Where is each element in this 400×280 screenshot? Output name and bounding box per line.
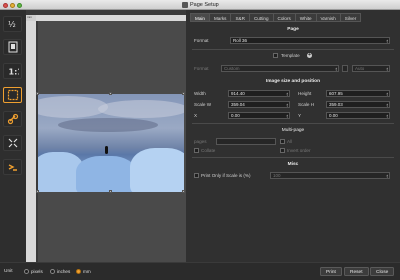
width-label: Width: [194, 91, 206, 96]
template-option-button[interactable]: [342, 65, 348, 72]
svg-text:1:1: 1:1: [8, 68, 19, 77]
all-pages-label: All: [287, 139, 293, 144]
format-label: Format: [194, 38, 209, 43]
template-format-select[interactable]: Custom ▴ ▾: [221, 65, 339, 72]
tab-marks[interactable]: Marks: [208, 13, 231, 22]
print-button[interactable]: Print: [320, 267, 342, 276]
scale-w-label: Scale W: [194, 102, 212, 107]
tab-white[interactable]: White: [294, 13, 316, 22]
svg-text:½: ½: [8, 20, 16, 29]
scale-w-input[interactable]: 359.04 ▴ ▾: [228, 101, 290, 108]
tab-silver[interactable]: Silver: [339, 13, 362, 22]
tab-main[interactable]: Main: [190, 13, 209, 22]
print-only-label: Print Only if Scale is (%): [201, 173, 251, 178]
close-button[interactable]: Close: [370, 267, 395, 276]
height-input[interactable]: 607.95 ▴ ▾: [326, 90, 390, 97]
image-preview[interactable]: [38, 94, 184, 192]
unit-mm-label: mm: [83, 269, 91, 274]
height-label: Height: [298, 91, 312, 96]
width-input[interactable]: 914.40 ▴ ▾: [228, 90, 290, 97]
page-section-title: Page: [287, 27, 299, 32]
divider: [192, 123, 394, 124]
add-template-button[interactable]: +: [307, 53, 312, 58]
scale-h-label: Scale H: [298, 102, 315, 107]
page-size-icon[interactable]: ½: [3, 16, 22, 32]
window-minimize-button[interactable]: [10, 2, 15, 8]
scale-h-input[interactable]: 359.03 ▴ ▾: [326, 101, 390, 108]
unit-inches-radio[interactable]: [50, 269, 55, 274]
unit-label: Unit: [4, 269, 13, 274]
multipage-section-title: Multi-page: [281, 128, 305, 133]
pages-label: pages: [194, 139, 207, 144]
invert-order-checkbox[interactable]: [280, 148, 285, 153]
resize-handle[interactable]: [36, 92, 39, 95]
fit-frame-icon[interactable]: [3, 87, 22, 103]
invert-order-label: Invert order: [287, 148, 311, 153]
one-to-one-icon[interactable]: 1:1: [3, 63, 22, 79]
penguin-figure: [105, 146, 108, 154]
x-label: X: [194, 113, 198, 118]
template-label: Template: [281, 53, 300, 58]
template-auto-select[interactable]: Auto ▴ ▾: [352, 65, 390, 72]
app-icon: [182, 2, 188, 8]
collate-checkbox[interactable]: [194, 148, 199, 153]
tab-cutting[interactable]: Cutting: [248, 13, 273, 22]
divider: [192, 49, 394, 50]
resize-handle[interactable]: [36, 190, 39, 193]
unit-inches-label: inches: [57, 269, 71, 274]
window-zoom-button[interactable]: [17, 2, 22, 8]
print-only-checkbox[interactable]: [194, 173, 199, 178]
resize-handle[interactable]: [182, 92, 185, 95]
link-icon[interactable]: [3, 111, 22, 127]
bottom-bar: Unit pixels inches mm Print Reset Close: [0, 262, 400, 280]
unit-pixels-label: pixels: [31, 269, 43, 274]
resize-handle[interactable]: [182, 190, 185, 193]
divider: [192, 157, 394, 158]
template-format-label: Format: [194, 66, 209, 71]
print-only-scale-input[interactable]: 100 ▴ ▾: [270, 172, 390, 179]
all-pages-checkbox[interactable]: [280, 139, 285, 144]
misc-section-title: Misc: [287, 162, 299, 167]
settings-panel: Main Marks S&R Cutting Colors White Varn…: [186, 10, 400, 262]
template-checkbox[interactable]: [273, 53, 278, 58]
tab-colors[interactable]: Colors: [272, 13, 295, 22]
tab-bar: Main Marks S&R Cutting Colors White Varn…: [190, 13, 362, 22]
resize-handle[interactable]: [109, 92, 112, 95]
vertical-ruler: 1080: [26, 21, 36, 265]
unit-pixels-radio[interactable]: [24, 269, 29, 274]
unit-mm-radio[interactable]: [76, 269, 81, 274]
page-fit-icon[interactable]: [3, 39, 22, 55]
x-input[interactable]: 0.00 ▴ ▾: [228, 112, 290, 119]
print-mode-icon[interactable]: [3, 159, 22, 175]
page-preview[interactable]: mm 1080: [26, 10, 186, 265]
collate-label: Collate: [201, 148, 216, 153]
y-input[interactable]: 0.00 ▴ ▾: [326, 112, 390, 119]
format-select[interactable]: Roll 36 ▴ ▾: [230, 37, 390, 44]
tab-s-and-r[interactable]: S&R: [230, 13, 249, 22]
window-title: Page Setup: [190, 1, 219, 8]
image-size-section-title: Image size and position: [265, 79, 321, 84]
reset-button[interactable]: Reset: [344, 267, 369, 276]
left-toolbar: ½ 1:1: [0, 10, 26, 262]
expand-icon[interactable]: [3, 135, 22, 151]
tab-varnish[interactable]: Varnish: [315, 13, 340, 22]
window-close-button[interactable]: [3, 2, 8, 8]
pages-input[interactable]: [216, 138, 276, 145]
title-bar: Page Setup: [0, 0, 400, 10]
resize-handle[interactable]: [109, 190, 112, 193]
y-label: Y: [298, 113, 302, 118]
